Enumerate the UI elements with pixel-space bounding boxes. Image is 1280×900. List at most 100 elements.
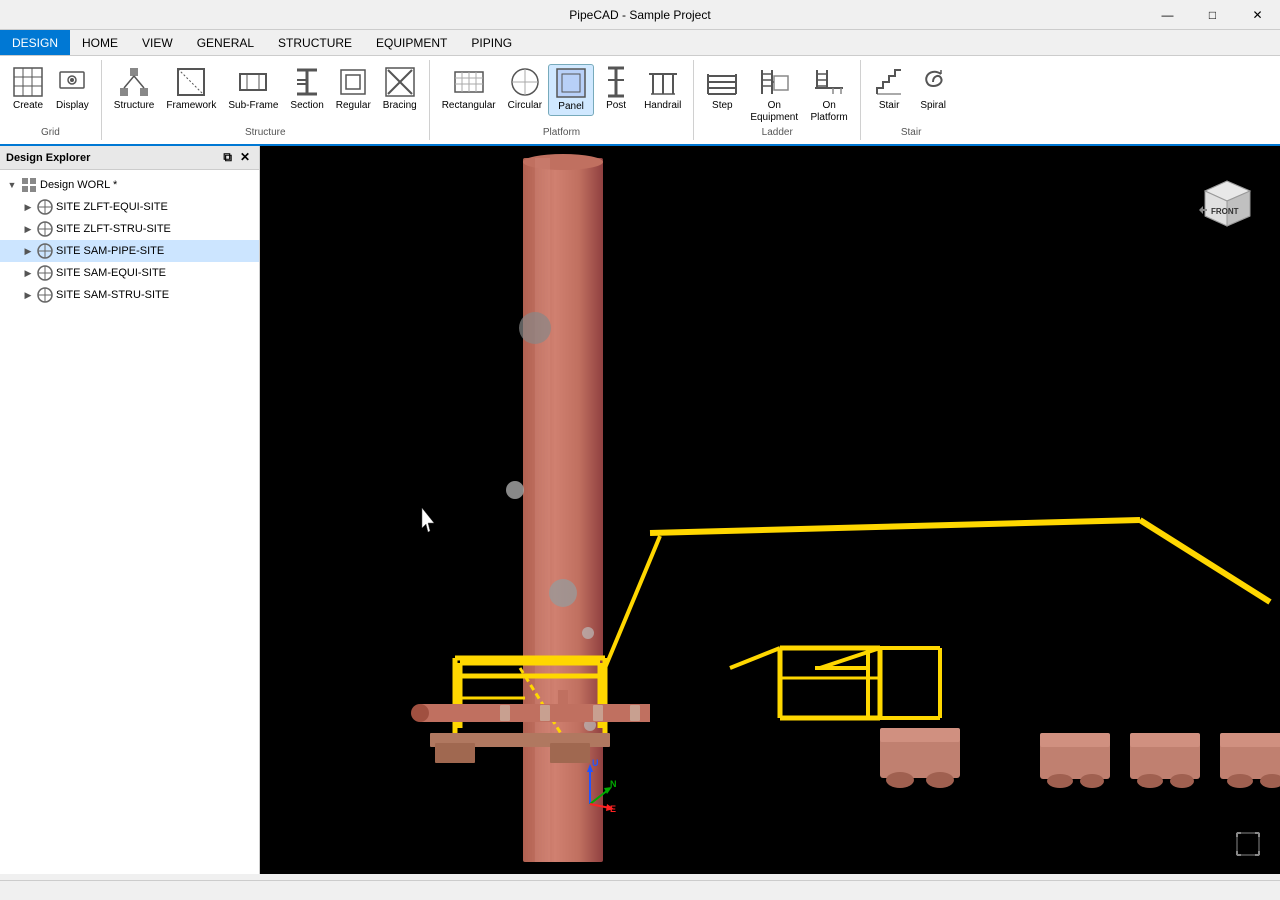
- window-controls: — □ ✕: [1145, 0, 1280, 30]
- structure-label: Structure: [114, 100, 155, 112]
- menu-equipment[interactable]: EQUIPMENT: [364, 30, 459, 55]
- tree-item-sam-stru[interactable]: ▶ SITE SAM-STRU-SITE: [0, 284, 259, 306]
- step-button[interactable]: Step: [700, 64, 744, 114]
- tree-item-sam-equi[interactable]: ▶ SITE SAM-EQUI-SITE: [0, 262, 259, 284]
- view-cube[interactable]: FRONT: [1195, 166, 1260, 231]
- step-label: Step: [712, 100, 733, 112]
- ribbon-group-grid: Create Display Grid: [0, 60, 102, 140]
- svg-text:N: N: [610, 779, 617, 789]
- ribbon-group-structure: Structure Framework: [102, 60, 430, 140]
- menu-home[interactable]: HOME: [70, 30, 130, 55]
- display-button[interactable]: Display: [50, 64, 95, 114]
- expand-design-worl[interactable]: ▼: [4, 180, 20, 190]
- de-header-controls: ⧉ ✕: [220, 149, 253, 166]
- expand-zlft-stru[interactable]: ▶: [20, 224, 36, 235]
- svg-text:E: E: [610, 804, 616, 814]
- menu-design[interactable]: DESIGN: [0, 30, 70, 55]
- ribbon-group-platform: Rectangular Circular: [430, 60, 695, 140]
- platform-items: Rectangular Circular: [436, 60, 688, 127]
- post-label: Post: [606, 100, 626, 112]
- svg-text:FRONT: FRONT: [1211, 207, 1239, 216]
- create-icon: [12, 66, 44, 98]
- ribbon-group-stair: Stair Spiral Stair: [861, 60, 961, 140]
- app-title: PipeCAD - Sample Project: [569, 8, 710, 22]
- platform-group-label: Platform: [436, 127, 688, 140]
- rectangular-button[interactable]: Rectangular: [436, 64, 502, 114]
- handrail-label: Handrail: [644, 100, 681, 112]
- post-button[interactable]: Post: [594, 64, 638, 114]
- subframe-button[interactable]: Sub-Frame: [222, 64, 284, 114]
- expand-zlft-equi[interactable]: ▶: [20, 202, 36, 213]
- regular-icon: [337, 66, 369, 98]
- grid-group-label: Grid: [6, 127, 95, 140]
- spiral-icon: [917, 66, 949, 98]
- panel-icon: [555, 67, 587, 99]
- step-icon: [706, 66, 738, 98]
- handrail-button[interactable]: Handrail: [638, 64, 687, 114]
- rectangular-label: Rectangular: [442, 100, 496, 112]
- handrail-icon: [647, 66, 679, 98]
- ribbon-group-ladder: Step OnEquipment: [694, 60, 861, 140]
- ladder-items: Step OnEquipment: [700, 60, 854, 127]
- section-label: Section: [290, 100, 323, 112]
- ribbon-content: Create Display Grid: [0, 56, 1280, 144]
- design-worl-label: Design WORL *: [40, 179, 117, 191]
- spiral-button[interactable]: Spiral: [911, 64, 955, 114]
- menu-bar: DESIGN HOME VIEW GENERAL STRUCTURE EQUIP…: [0, 30, 1280, 56]
- status-bar: [0, 880, 1280, 900]
- grid-items: Create Display: [6, 60, 95, 127]
- regular-button[interactable]: Regular: [330, 64, 377, 114]
- expand-sam-stru[interactable]: ▶: [20, 290, 36, 301]
- zoom-controls[interactable]: [1236, 832, 1260, 859]
- stair-button[interactable]: Stair: [867, 64, 911, 114]
- de-close-button[interactable]: ✕: [237, 149, 253, 166]
- zlft-stru-icon: [36, 220, 54, 238]
- framework-label: Framework: [166, 100, 216, 112]
- design-explorer: Design Explorer ⧉ ✕ ▼ Design WORL * ▶: [0, 146, 260, 874]
- panel-button[interactable]: Panel: [548, 64, 594, 116]
- main-area: Design Explorer ⧉ ✕ ▼ Design WORL * ▶: [0, 146, 1280, 874]
- tree-item-sam-pipe[interactable]: ▶ SITE SAM-PIPE-SITE: [0, 240, 259, 262]
- circular-icon: [509, 66, 541, 98]
- stair-label: Stair: [879, 100, 900, 112]
- expand-sam-pipe[interactable]: ▶: [20, 246, 36, 257]
- section-button[interactable]: Section: [284, 64, 329, 114]
- regular-label: Regular: [336, 100, 371, 112]
- sam-equi-label: SITE SAM-EQUI-SITE: [56, 267, 166, 279]
- menu-piping[interactable]: PIPING: [459, 30, 524, 55]
- zlft-equi-label: SITE ZLFT-EQUI-SITE: [56, 201, 168, 213]
- design-explorer-header: Design Explorer ⧉ ✕: [0, 146, 259, 170]
- sam-stru-label: SITE SAM-STRU-SITE: [56, 289, 169, 301]
- tree-item-zlft-stru[interactable]: ▶ SITE ZLFT-STRU-SITE: [0, 218, 259, 240]
- minimize-button[interactable]: —: [1145, 0, 1190, 30]
- create-button[interactable]: Create: [6, 64, 50, 114]
- tree-item-design-worl[interactable]: ▼ Design WORL *: [0, 174, 259, 196]
- on-platform-button[interactable]: OnPlatform: [804, 64, 854, 126]
- menu-structure[interactable]: STRUCTURE: [266, 30, 364, 55]
- post-icon: [600, 66, 632, 98]
- bracing-button[interactable]: Bracing: [377, 64, 423, 114]
- menu-view[interactable]: VIEW: [130, 30, 185, 55]
- close-button[interactable]: ✕: [1235, 0, 1280, 30]
- rectangular-icon: [453, 66, 485, 98]
- on-equipment-button[interactable]: OnEquipment: [744, 64, 804, 126]
- menu-general[interactable]: GENERAL: [185, 30, 266, 55]
- de-restore-button[interactable]: ⧉: [220, 149, 235, 166]
- expand-sam-equi[interactable]: ▶: [20, 268, 36, 279]
- ribbon: Create Display Grid: [0, 56, 1280, 146]
- structure-button[interactable]: Structure: [108, 64, 161, 114]
- sam-pipe-label: SITE SAM-PIPE-SITE: [56, 245, 164, 257]
- tree-item-zlft-equi[interactable]: ▶ SITE ZLFT-EQUI-SITE: [0, 196, 259, 218]
- viewport[interactable]: U N E FRONT: [260, 146, 1280, 874]
- structure-group-label: Structure: [108, 127, 423, 140]
- framework-button[interactable]: Framework: [160, 64, 222, 114]
- structure-icon: [118, 66, 150, 98]
- scene-svg: [260, 146, 1280, 874]
- display-icon: [56, 66, 88, 98]
- structure-items: Structure Framework: [108, 60, 423, 127]
- axes-indicator: U N E: [560, 754, 620, 814]
- circular-button[interactable]: Circular: [502, 64, 548, 114]
- stair-icon: [873, 66, 905, 98]
- title-bar: PipeCAD - Sample Project — □ ✕: [0, 0, 1280, 30]
- maximize-button[interactable]: □: [1190, 0, 1235, 30]
